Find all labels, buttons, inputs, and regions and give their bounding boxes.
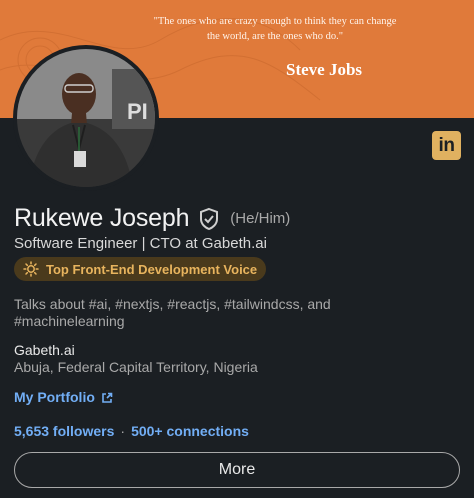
svg-text:PI: PI <box>127 99 148 124</box>
profile-name: Rukewe Joseph <box>14 204 190 232</box>
banner-quote: "The ones who are crazy enough to think … <box>153 16 397 42</box>
top-voice-label: Top Front-End Development Voice <box>46 261 258 277</box>
top-voice-badge[interactable]: Top Front-End Development Voice <box>14 257 266 281</box>
profile-headline: Software Engineer | CTO at Gabeth.ai <box>14 235 267 252</box>
portfolio-link[interactable]: My Portfolio <box>14 389 113 405</box>
stats-separator: · <box>120 423 126 439</box>
profile-location: Abuja, Federal Capital Territory, Nigeri… <box>14 359 258 375</box>
linkedin-logo: in <box>432 131 461 160</box>
banner-quote-author: Steve Jobs <box>286 60 363 79</box>
external-link-icon <box>101 391 113 403</box>
portfolio-label: My Portfolio <box>14 389 95 405</box>
profile-stats: 5,653 followers · 500+ connections <box>14 423 249 439</box>
verified-shield-icon[interactable] <box>198 207 220 231</box>
connections-link[interactable]: 500+ connections <box>131 423 249 439</box>
pronouns: (He/Him) <box>230 210 291 227</box>
profile-photo: PI <box>17 49 155 187</box>
name-row: Rukewe Joseph (He/Him) <box>14 204 290 233</box>
profile-company[interactable]: Gabeth.ai <box>14 342 75 358</box>
avatar[interactable]: PI <box>13 45 159 191</box>
followers-link[interactable]: 5,653 followers <box>14 423 114 439</box>
more-button[interactable]: More <box>14 452 460 488</box>
profile-about: Talks about #ai, #nextjs, #reactjs, #tai… <box>14 296 331 329</box>
sun-icon <box>23 261 39 277</box>
